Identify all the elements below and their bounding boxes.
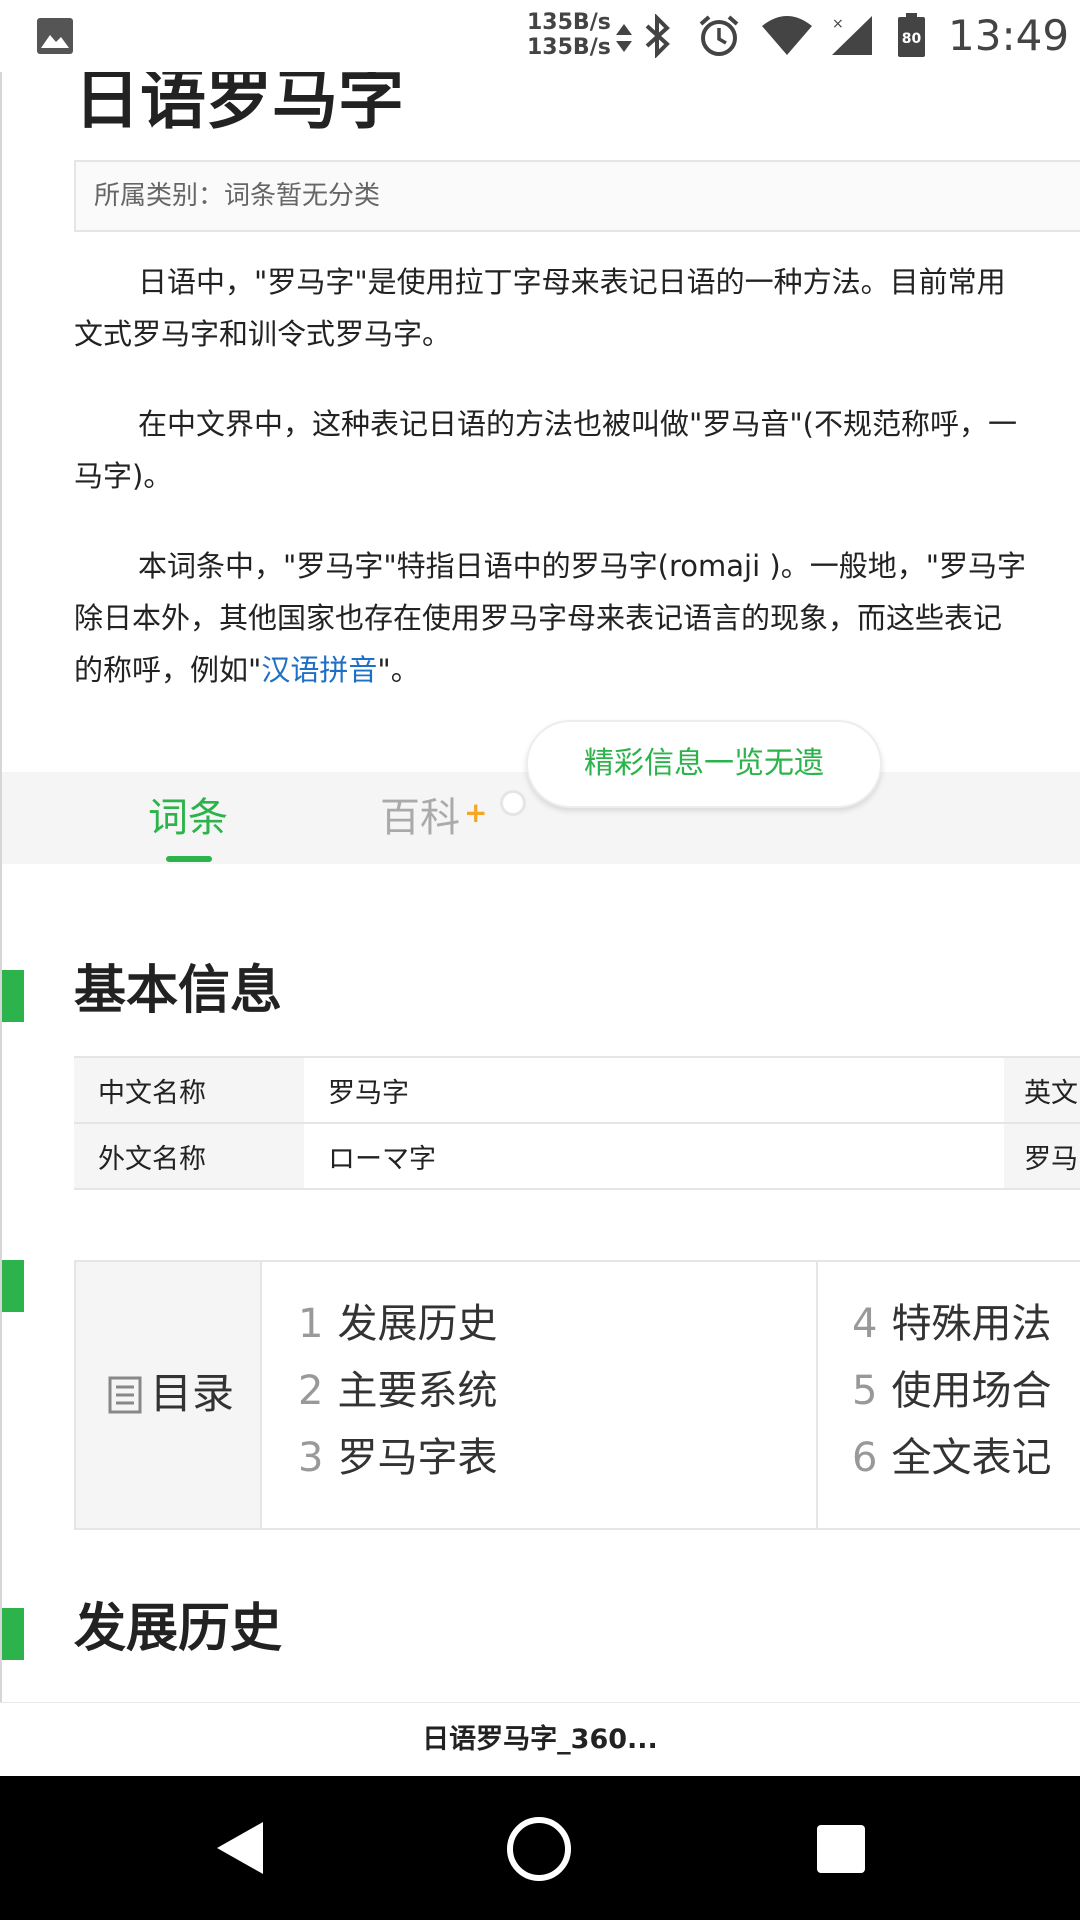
recent-apps-icon[interactable] [816,1824,866,1874]
toc-title: 目录 [150,1369,235,1418]
web-content[interactable]: 日语罗马字 所属类别：词条暂无分类 日语中，"罗马字"是使用拉丁字母来表记日语的… [0,72,1080,1702]
navigation-bar [0,1776,1080,1920]
tooltip-pointer [500,790,526,816]
paragraph-3-line-1: 本词条中，"罗马字"特指日语中的罗马字(romaji )。一般地，"罗马字 [138,549,1027,583]
toc-item[interactable]: 3 罗马字表 [298,1430,497,1486]
info-label: 中文名称 [74,1056,304,1124]
tab-baike[interactable]: 百科 [380,790,460,846]
paragraph-3-line-3-after: "。 [377,653,420,687]
toc-item-number: 4 [852,1301,878,1347]
hanyu-pinyin-link[interactable]: 汉语拼音 [261,653,377,687]
net-up-speed: 135B/s [527,10,611,35]
toc-item-text: 全文表记 [891,1435,1052,1481]
page-title: 日语罗马字 [74,72,404,138]
toc-item[interactable]: 6 全文表记 [852,1430,1051,1486]
tab-baike-plus: + [464,796,488,829]
toc-divider [816,1262,818,1528]
toc-item[interactable]: 4 特殊用法 [852,1296,1051,1352]
paragraph-2-line-2: 马字)。 [74,459,173,493]
toc-item[interactable]: 1 发展历史 [298,1296,497,1352]
data-arrows-icon [616,24,632,52]
section-marker [2,1608,24,1660]
toc-item-text: 发展历史 [337,1301,498,1347]
basic-info-heading: 基本信息 [74,961,283,1021]
table-row: 中文名称 罗马字 英文 [74,1056,1080,1124]
network-speed: 135B/s 135B/s [527,11,611,61]
basic-info-table: 中文名称 罗马字 英文 外文名称 ローマ字 罗马 [74,1056,1080,1190]
net-down-speed: 135B/s [527,35,611,60]
table-of-contents: 目录 1 发展历史 2 主要系统 3 罗马字表 4 特殊用法 5 使用场合 6 全文表记 [74,1260,1080,1530]
paragraph-2-line-1: 在中文界中，这种表记日语的方法也被叫做"罗马音"(不规范称呼，一 [138,407,1017,441]
toc-item-text: 主要系统 [337,1368,498,1414]
paragraph-1-line-1: 日语中，"罗马字"是使用拉丁字母来表记日语的一种方法。目前常用 [138,265,1006,299]
toc-item[interactable]: 5 使用场合 [852,1363,1051,1419]
info-value: 罗马字 [304,1056,1004,1124]
toc-item[interactable]: 2 主要系统 [298,1363,497,1419]
toc-item-number: 3 [298,1435,324,1481]
table-row: 外文名称 ローマ字 罗马 [74,1122,1080,1190]
svg-text:×: × [832,16,844,32]
info-value: ローマ字 [304,1122,1004,1190]
history-heading: 发展历史 [74,1599,283,1659]
alarm-icon [699,15,739,56]
signal-icon: × [832,16,872,55]
paragraph-3: 本词条中，"罗马字"特指日语中的罗马字(romaji )。一般地，"罗马字 除日… [74,540,1080,696]
status-bar: 135B/s 135B/s × 80 13:49 [0,0,1080,72]
battery-level: 80 [901,31,922,47]
toc-item-text: 特殊用法 [891,1301,1052,1347]
tab-entry[interactable]: 词条 [148,790,228,846]
toc-item-text: 使用场合 [891,1368,1052,1414]
section-marker [2,970,24,1022]
toc-item-number: 1 [298,1301,324,1347]
photo-icon [37,18,73,54]
wifi-icon [762,16,812,55]
clock: 13:49 [948,11,1070,60]
toc-item-number: 5 [852,1368,878,1414]
tab-active-indicator [166,856,212,862]
info-label: 罗马 [1004,1122,1080,1190]
info-label: 英文 [1004,1056,1080,1124]
home-icon[interactable] [506,1816,572,1882]
paragraph-1-line-2: 文式罗马字和训令式罗马字。 [74,317,452,351]
tooltip-bubble[interactable]: 精彩信息一览无遗 [526,720,882,808]
back-icon[interactable] [215,1820,265,1876]
toc-item-number: 6 [852,1435,878,1481]
toc-item-text: 罗马字表 [337,1435,498,1481]
category-box: 所属类别：词条暂无分类 [74,160,1080,232]
paragraph-3-line-2: 除日本外，其他国家也存在使用罗马字母来表记语言的现象，而这些表记 [74,601,1003,635]
list-icon [108,1376,142,1414]
toc-label: 目录 [76,1262,262,1528]
bottom-title-bar[interactable]: 日语罗马字_360... [0,1702,1080,1776]
bluetooth-icon [645,14,670,58]
toc-item-number: 2 [298,1368,324,1414]
paragraph-2: 在中文界中，这种表记日语的方法也被叫做"罗马音"(不规范称呼，一 马字)。 [74,398,1080,502]
info-label: 外文名称 [74,1122,304,1190]
section-marker [2,1260,24,1312]
paragraph-3-line-3-before: 的称呼，例如" [74,653,262,687]
paragraph-1: 日语中，"罗马字"是使用拉丁字母来表记日语的一种方法。目前常用 文式罗马字和训令… [74,256,1080,360]
